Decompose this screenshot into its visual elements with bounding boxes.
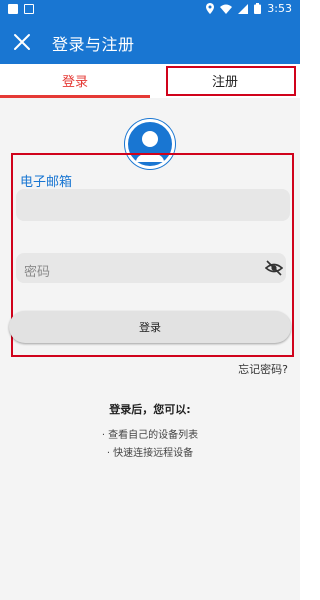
status-right: 3:53 bbox=[206, 2, 292, 15]
password-field[interactable] bbox=[16, 253, 286, 283]
tab-login[interactable]: 登录 bbox=[0, 64, 150, 96]
tab-register-highlight-box bbox=[166, 66, 296, 96]
notification-icon bbox=[8, 4, 18, 14]
status-bar: 3:53 bbox=[0, 0, 300, 20]
battery-icon bbox=[254, 3, 262, 14]
a-icon bbox=[24, 4, 34, 14]
password-placeholder: 密码 bbox=[24, 265, 51, 280]
after-login-title: 登录后，您可以: bbox=[109, 403, 191, 416]
email-field[interactable] bbox=[16, 189, 290, 221]
close-icon[interactable] bbox=[10, 30, 34, 54]
forgot-password-link[interactable]: 忘记密码? bbox=[238, 361, 288, 377]
status-time: 3:53 bbox=[267, 2, 292, 15]
status-left-icons bbox=[8, 4, 34, 14]
app-title: 登录与注册 bbox=[52, 35, 135, 54]
eye-off-icon[interactable] bbox=[265, 260, 283, 276]
location-icon bbox=[206, 3, 215, 14]
signal-icon bbox=[238, 3, 249, 14]
benefit-item: · 快速连接远程设备 bbox=[106, 448, 194, 459]
benefit-item: · 查看自己的设备列表 bbox=[101, 430, 199, 441]
login-button[interactable]: 登录 bbox=[9, 311, 291, 343]
wifi-icon bbox=[220, 4, 233, 14]
email-label: 电子邮箱 bbox=[20, 175, 73, 190]
app-bar: 登录与注册 bbox=[0, 20, 300, 64]
